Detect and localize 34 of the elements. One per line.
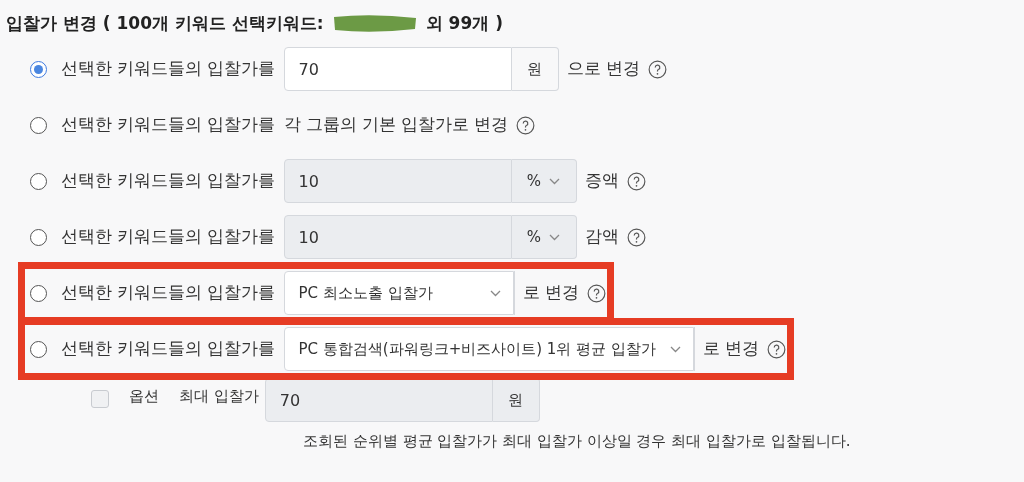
note-text: 조회된 순위별 평균 입찰가가 최대 입찰가 이상일 경우 최대 입찰가로 입찰됩니다. — [303, 432, 852, 451]
option-label: 선택한 키워드들의 입찰가를 — [61, 282, 276, 304]
help-icon[interactable] — [767, 339, 787, 359]
unit-label: 원 — [511, 47, 559, 91]
chevron-icon — [549, 233, 561, 241]
bid-type-select[interactable]: PC 통합검색(파워링크+비즈사이트) 1위 평균 입찰가 — [283, 327, 694, 371]
section-title: 외 99개 ) — [425, 11, 503, 35]
option-label: 선택한 키워드들의 입찰가를 — [61, 338, 276, 360]
option-text: 각 그룹의 기본 입찰가로 변경 — [283, 114, 509, 136]
help-icon[interactable] — [586, 283, 606, 303]
unit-label: 원 — [492, 378, 540, 422]
section-title: 입찰가 변경 ( 100개 키워드 선택키워드: — [6, 11, 324, 35]
option-label: 선택한 키워드들의 입찰가를 — [61, 170, 276, 192]
chevron-icon — [489, 289, 501, 297]
bid-input[interactable]: 70 — [283, 47, 512, 91]
option-suffix: 증액 — [584, 170, 619, 192]
option-suffix: 감액 — [584, 226, 619, 248]
radio-button[interactable] — [30, 60, 47, 78]
help-icon[interactable] — [647, 59, 667, 79]
checkbox-label: 옵션 — [129, 387, 159, 406]
option-label: 선택한 키워드들의 입찰가를 — [61, 114, 276, 136]
max-bid-label: 최대 입찰가 — [179, 387, 259, 406]
option-label: 선택한 키워드들의 입찰가를 — [61, 58, 276, 80]
radio-button[interactable] — [30, 284, 47, 302]
chevron-icon — [549, 177, 561, 185]
radio-button[interactable] — [30, 340, 47, 358]
bid-type-select[interactable]: PC 최소노출 입찰가 — [283, 271, 514, 315]
chevron-icon — [669, 345, 681, 353]
option-suffix: 으로 변경 — [566, 58, 640, 80]
option-suffix: 로 변경 — [702, 338, 760, 360]
radio-button[interactable] — [30, 116, 47, 134]
option-label: 선택한 키워드들의 입찰가를 — [61, 226, 276, 248]
option-suffix: 로 변경 — [522, 282, 579, 304]
help-icon[interactable] — [516, 115, 536, 135]
